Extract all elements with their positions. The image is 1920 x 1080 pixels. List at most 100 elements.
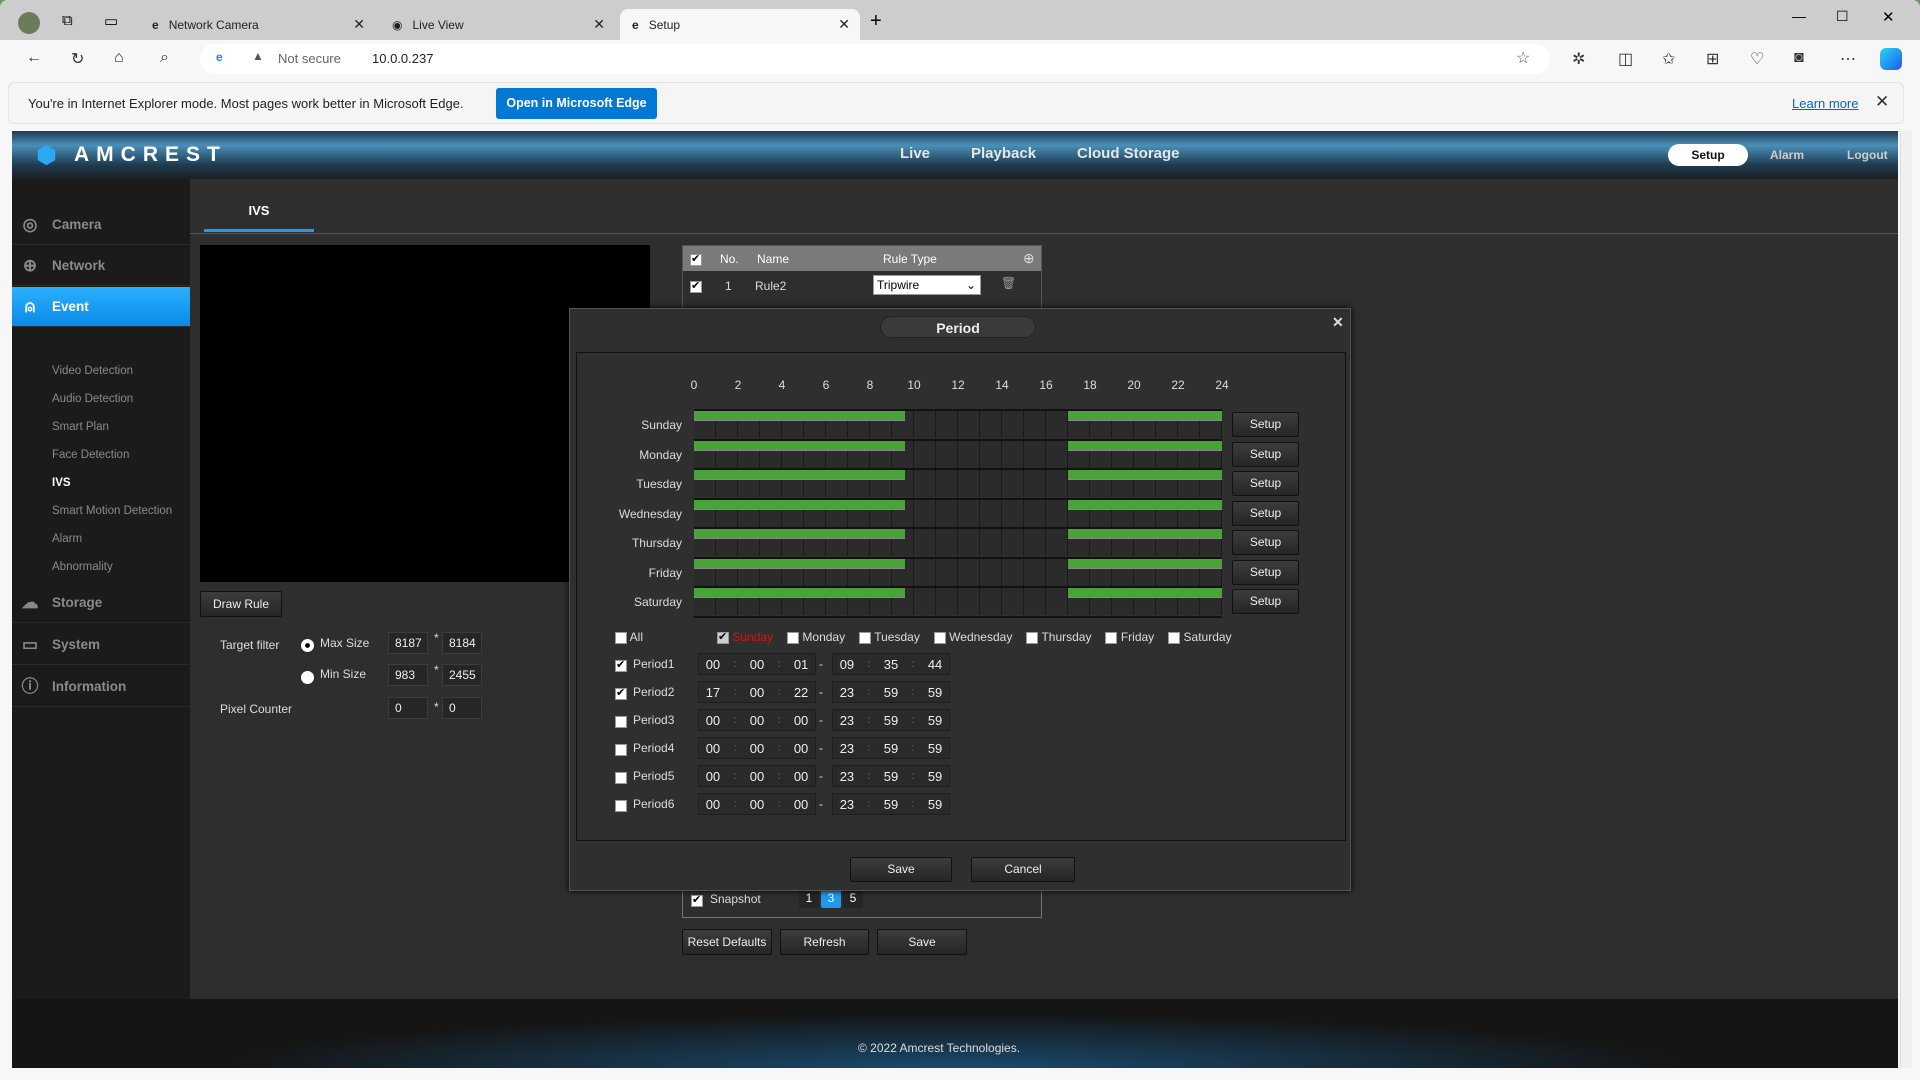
period-start-time[interactable]: 17:00:22 [698,681,816,703]
end-second[interactable]: 59 [928,797,942,812]
start-minute[interactable]: 00 [750,797,764,812]
draw-rule-button[interactable]: Draw Rule [200,591,282,617]
end-hour[interactable]: 23 [840,741,854,756]
nav-logout[interactable]: Logout [1847,148,1888,162]
start-minute[interactable]: 00 [750,713,764,728]
day-checkbox[interactable]: Friday [1105,630,1154,644]
day-setup-button[interactable]: Setup [1232,500,1299,526]
period-start-time[interactable]: 00:00:00 [698,793,816,815]
max-height-input[interactable]: 8184 [442,632,482,654]
sidebar-sub-audio-detection[interactable]: Audio Detection [52,393,133,405]
end-second[interactable]: 59 [928,713,942,728]
day-checkbox[interactable]: Wednesday [933,630,1012,644]
close-tab-icon[interactable]: ✕ [838,16,850,33]
min-width-input[interactable]: 983 [388,664,428,686]
delete-rule-icon[interactable]: 🗑 [1001,276,1016,290]
start-hour[interactable]: 00 [706,657,720,672]
day-setup-button[interactable]: Setup [1232,441,1299,467]
day-setup-button[interactable]: Setup [1232,471,1299,496]
start-second[interactable]: 22 [794,685,808,700]
snapshot-option-3[interactable]: 3 [821,888,841,908]
period-end-time[interactable]: 23:59:59 [832,737,950,759]
start-second[interactable]: 00 [794,797,808,812]
day-schedule-row[interactable] [694,556,1222,586]
start-second[interactable]: 00 [794,713,808,728]
day-checkbox[interactable]: Monday [787,630,845,644]
split-screen-icon[interactable]: ◫ [1618,49,1633,69]
sidebar-sub-abnormality[interactable]: Abnormality [52,561,113,573]
end-hour[interactable]: 23 [840,713,854,728]
end-hour[interactable]: 23 [840,685,854,700]
day-setup-button[interactable]: Setup [1232,589,1299,614]
browser-essentials-icon[interactable]: ♡ [1750,49,1764,69]
sidebar-item-system[interactable]: ▭ System [12,625,190,665]
start-minute[interactable]: 00 [750,657,764,672]
collections-icon[interactable]: ⊞ [1706,49,1719,69]
table-row[interactable]: 1 Rule2 Tripwire⌄ 🗑 [683,271,1023,299]
select-all-rules-checkbox[interactable] [690,252,702,266]
sidebar-sub-video-detection[interactable]: Video Detection [52,365,133,377]
close-tab-icon[interactable]: ✕ [593,16,605,33]
favorites-icon[interactable]: ✩ [1662,49,1675,69]
day-setup-button[interactable]: Setup [1232,530,1299,555]
vertical-tabs-icon[interactable]: ▭ [104,12,118,30]
day-setup-button[interactable]: Setup [1232,559,1299,585]
min-height-input[interactable]: 2455 [442,664,482,686]
close-window-icon[interactable]: ✕ [1882,8,1895,26]
tab-ivs[interactable]: IVS [204,196,314,232]
day-schedule-row[interactable] [694,586,1222,615]
day-schedule-row[interactable] [694,527,1222,556]
sidebar-sub-face-detection[interactable]: Face Detection [52,449,129,461]
refresh-button[interactable]: Refresh [780,929,869,955]
home-icon[interactable]: ⌂ [114,49,124,67]
nav-live[interactable]: Live [900,145,930,162]
reset-defaults-button[interactable]: Reset Defaults [682,929,772,955]
period-checkbox[interactable] [615,658,627,672]
end-hour[interactable]: 23 [840,769,854,784]
save-button[interactable]: Save [877,929,967,955]
close-tab-icon[interactable]: ✕ [353,16,365,33]
min-size-radio[interactable] [301,671,314,684]
search-icon[interactable]: ⌕ [160,49,169,67]
period-checkbox[interactable] [615,742,627,756]
end-hour[interactable]: 23 [840,797,854,812]
dialog-save-button[interactable]: Save [850,857,952,882]
tab-network-camera[interactable]: e Network Camera ✕ [140,9,375,40]
start-hour[interactable]: 00 [706,769,720,784]
more-icon[interactable]: ⋯ [1840,49,1856,69]
sidebar-item-information[interactable]: ⓘ Information [12,667,190,707]
period-start-time[interactable]: 00:00:00 [698,737,816,759]
day-setup-button[interactable]: Setup [1232,412,1299,437]
period-end-time[interactable]: 09:35:44 [832,653,950,675]
period-checkbox[interactable] [615,798,627,812]
day-schedule-row[interactable] [694,497,1222,527]
scrollbar[interactable] [1900,131,1912,1068]
start-minute[interactable]: 00 [750,685,764,700]
period-start-time[interactable]: 00:00:00 [698,765,816,787]
sidebar-item-camera[interactable]: ◎ Camera [12,205,190,245]
rule-type-select[interactable]: Tripwire ⌄ [873,275,981,295]
close-dialog-icon[interactable]: ✕ [1332,314,1344,331]
favorite-star-icon[interactable]: ☆ [1516,48,1530,68]
end-second[interactable]: 59 [928,741,942,756]
day-schedule-row[interactable] [694,468,1222,497]
period-end-time[interactable]: 23:59:59 [832,709,950,731]
start-hour[interactable]: 00 [706,713,720,728]
start-minute[interactable]: 00 [750,741,764,756]
period-end-time[interactable]: 23:59:59 [832,793,950,815]
close-banner-icon[interactable]: ✕ [1875,92,1889,112]
ie-mode-icon[interactable]: ◙ [1794,49,1804,67]
end-hour[interactable]: 09 [840,657,854,672]
end-minute[interactable]: 59 [884,685,898,700]
end-minute[interactable]: 59 [884,713,898,728]
period-checkbox[interactable] [615,686,627,700]
dialog-cancel-button[interactable]: Cancel [971,857,1075,882]
start-hour[interactable]: 17 [706,685,720,700]
day-checkbox[interactable]: Saturday [1168,630,1232,644]
period-checkbox[interactable] [615,770,627,784]
day-checkbox[interactable]: Thursday [1026,630,1091,644]
sidebar-item-network[interactable]: ⊕ Network [12,246,190,286]
maximize-icon[interactable]: ☐ [1836,8,1849,25]
nav-playback[interactable]: Playback [971,145,1036,162]
address-input[interactable]: e ▲ Not secure 10.0.0.237 ☆ [200,44,1550,74]
